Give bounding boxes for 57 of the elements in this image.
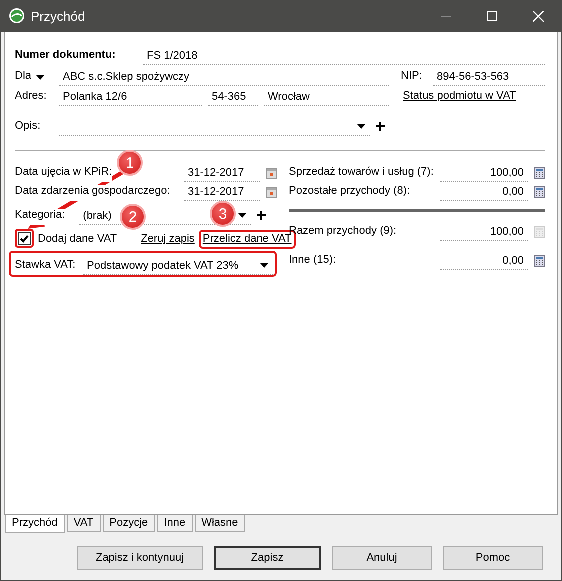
- field-label: Inne (15):: [289, 254, 338, 268]
- step-number: 2: [120, 204, 146, 230]
- recalc-link[interactable]: Przelicz dane VAT: [202, 233, 292, 246]
- tab[interactable]: Własne: [194, 515, 246, 532]
- dropdown-field[interactable]: Podstawowy podatek VAT 23%: [83, 257, 273, 275]
- field-label: Adres:: [15, 90, 48, 104]
- tab[interactable]: VAT: [66, 515, 101, 532]
- dialog-button[interactable]: Zapisz: [214, 546, 321, 570]
- input-field[interactable]: ABC s.c.Sklep spożywczy: [59, 68, 389, 86]
- field-label: Numer dokumentu:: [15, 49, 117, 63]
- add-icon[interactable]: [376, 122, 385, 131]
- date-field[interactable]: 31-12-2017: [184, 183, 260, 201]
- step-number: 1: [117, 150, 143, 176]
- amount-field[interactable]: 0,00: [440, 183, 528, 201]
- field-label: Pozostałe przychody (8):: [289, 185, 412, 199]
- reset-link[interactable]: Zeruj zapis: [141, 233, 195, 249]
- dialog-button[interactable]: Pomoc: [443, 546, 543, 570]
- field-label: NIP:: [401, 70, 424, 84]
- amount-field[interactable]: 0,00: [440, 252, 528, 270]
- tab[interactable]: Inne: [157, 515, 193, 532]
- tab[interactable]: Przychód: [5, 514, 65, 533]
- calendar-icon[interactable]: [266, 187, 277, 198]
- window-title: Przychód: [31, 8, 86, 24]
- field-label: Opis:: [15, 120, 42, 134]
- amount-field[interactable]: 100,00: [440, 164, 528, 182]
- tab[interactable]: Pozycje: [102, 515, 156, 532]
- step-number: 3: [210, 201, 236, 227]
- dialog-button[interactable]: Zapisz i kontynuuj: [77, 546, 203, 570]
- field-label: Dla: [15, 70, 32, 84]
- date-field[interactable]: 31-12-2017: [184, 164, 260, 182]
- calculator-icon[interactable]: [534, 255, 545, 267]
- vat-status-link[interactable]: Status podmiotu w VAT: [403, 90, 516, 106]
- dropdown-arrow-icon[interactable]: [36, 75, 45, 80]
- checkbox[interactable]: [18, 232, 31, 245]
- input-field[interactable]: 894-56-53-563: [433, 68, 545, 86]
- dropdown-arrow-icon[interactable]: [357, 124, 366, 129]
- dropdown-arrow-icon[interactable]: [238, 213, 248, 218]
- calculator-icon[interactable]: [534, 167, 545, 179]
- calendar-icon[interactable]: [266, 168, 277, 179]
- dropdown-arrow-icon[interactable]: [260, 263, 269, 268]
- field-label: Kategoria:: [15, 209, 66, 225]
- input-field[interactable]: Polanka 12/6: [59, 88, 202, 106]
- checkbox-label[interactable]: Dodaj dane VAT: [38, 233, 118, 246]
- field-label: Stawka VAT:: [15, 259, 77, 273]
- field-label: Data ujęcia w KPiR:: [15, 166, 112, 182]
- close-icon[interactable]: [532, 10, 544, 22]
- field-label: Sprzedaż towarów i usług (7):: [289, 166, 434, 180]
- add-icon[interactable]: [257, 211, 266, 220]
- field-label: Razem przychody (9):: [289, 225, 398, 237]
- app-logo-icon: [9, 8, 25, 24]
- calculator-icon[interactable]: [534, 186, 545, 198]
- input-field[interactable]: Wrocław: [264, 88, 389, 106]
- dialog-button[interactable]: Anuluj: [332, 546, 432, 570]
- field-label: Data zdarzenia gospodarczego:: [15, 185, 170, 201]
- input-field[interactable]: 54-365: [208, 88, 258, 106]
- input-field[interactable]: FS 1/2018: [143, 47, 545, 65]
- maximize-icon[interactable]: [487, 11, 497, 21]
